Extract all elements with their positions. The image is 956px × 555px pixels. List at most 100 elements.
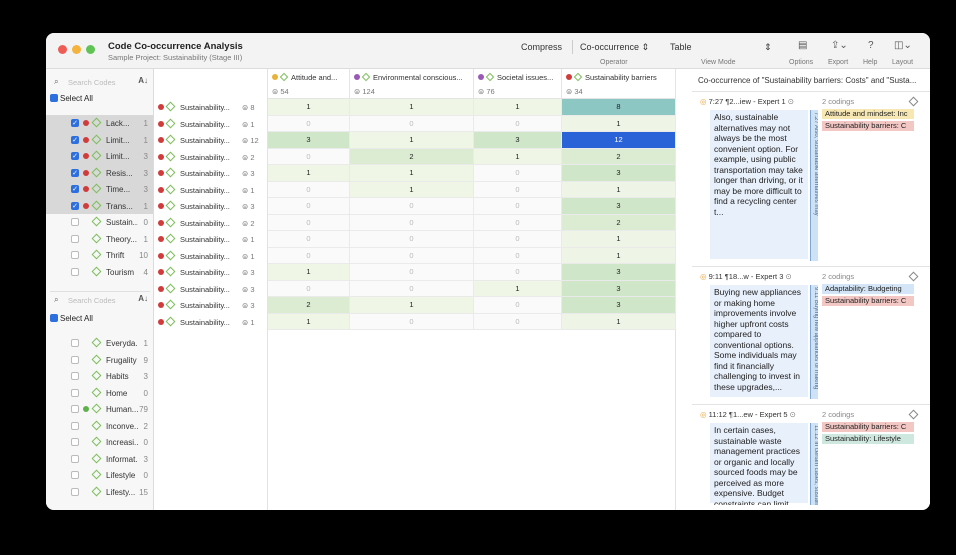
code-checkbox[interactable] xyxy=(71,421,79,430)
code-checkbox[interactable]: ✓ xyxy=(71,135,79,144)
matrix-row-label[interactable]: Sustainability... ⊜ 8 xyxy=(154,99,268,116)
matrix-row-label[interactable]: Sustainability... ⊜ 2 xyxy=(154,149,268,166)
matrix-cell[interactable]: 3 xyxy=(562,280,676,297)
matrix-row-label[interactable]: Sustainability... ⊜ 1 xyxy=(154,231,268,248)
code-search-top[interactable]: ⌕ Search Codes A↓ xyxy=(50,74,150,90)
matrix-cell[interactable]: 3 xyxy=(562,165,676,182)
matrix-cell[interactable]: 1 xyxy=(562,231,676,248)
code-tag[interactable]: Adaptability: Budgeting xyxy=(822,284,914,294)
matrix-cell[interactable]: 0 xyxy=(474,115,562,132)
code-checkbox[interactable] xyxy=(71,372,79,380)
layout-icon[interactable]: ◫⌄ xyxy=(894,40,912,51)
code-row[interactable]: ✓ Resis... 3 xyxy=(46,164,153,181)
matrix-column-header[interactable]: Sustainability barriers ⊜ 34 xyxy=(562,69,676,99)
matrix-cell[interactable]: 1 xyxy=(350,297,474,314)
matrix-cell[interactable]: 0 xyxy=(350,198,474,215)
code-row[interactable]: Lifesty... 15 xyxy=(46,484,153,501)
matrix-column-header[interactable]: Societal issues... ⊜ 76 xyxy=(474,69,562,99)
matrix-cell[interactable]: 1 xyxy=(474,99,562,116)
matrix-cell[interactable]: 0 xyxy=(474,181,562,198)
layout-button[interactable]: Layout xyxy=(892,59,913,66)
sort-az-icon[interactable]: A↓ xyxy=(138,294,148,303)
code-checkbox[interactable] xyxy=(71,339,79,347)
code-tag[interactable]: Sustainability barriers: C xyxy=(822,121,914,131)
matrix-cell[interactable]: 0 xyxy=(474,165,562,182)
code-diamond-icon[interactable] xyxy=(908,409,919,420)
compress-button[interactable]: Compress xyxy=(521,42,562,52)
matrix-cell[interactable]: 0 xyxy=(350,280,474,297)
code-row[interactable]: Lifestyle 0 xyxy=(46,467,153,484)
matrix-column-header[interactable]: Attitude and... ⊜ 54 xyxy=(268,69,350,99)
code-row[interactable]: ✓ Time... 3 xyxy=(46,181,153,198)
code-row[interactable]: Theory... 1 xyxy=(46,231,153,248)
code-row[interactable]: ✓ Trans... 1 xyxy=(46,197,153,214)
matrix-cell[interactable]: 0 xyxy=(350,264,474,281)
code-row[interactable]: ✓ Limit... 1 xyxy=(46,131,153,148)
code-row[interactable]: Frugality 9 xyxy=(46,352,153,369)
matrix-cell[interactable]: 1 xyxy=(474,148,562,165)
matrix-cell[interactable]: 8 xyxy=(562,99,676,116)
code-checkbox[interactable] xyxy=(71,454,79,463)
matrix-cell[interactable]: 0 xyxy=(268,231,350,248)
matrix-row-label[interactable]: Sustainability... ⊜ 2 xyxy=(154,215,268,232)
code-tag[interactable]: Sustainability barriers: C xyxy=(822,422,914,432)
code-checkbox[interactable] xyxy=(71,438,79,446)
matrix-row-label[interactable]: Sustainability... ⊜ 3 xyxy=(154,165,268,182)
code-checkbox[interactable]: ✓ xyxy=(71,168,79,177)
code-checkbox[interactable] xyxy=(71,405,79,413)
select-all-bottom[interactable]: Select All xyxy=(50,313,93,326)
matrix-cell[interactable]: 1 xyxy=(350,99,474,116)
matrix-cell[interactable]: 1 xyxy=(474,280,562,297)
go-to-segment-icon[interactable]: ⊙ xyxy=(783,272,791,281)
code-row[interactable]: Habits 3 xyxy=(46,368,153,385)
go-to-segment-icon[interactable]: ⊙ xyxy=(786,97,794,106)
code-checkbox[interactable] xyxy=(71,487,79,496)
matrix-cell[interactable]: 3 xyxy=(562,297,676,314)
code-checkbox[interactable] xyxy=(71,267,79,276)
matrix-cell[interactable]: 0 xyxy=(474,297,562,314)
matrix-row-label[interactable]: Sustainability... ⊜ 1 xyxy=(154,314,268,331)
matrix-cell[interactable]: 0 xyxy=(350,313,474,330)
matrix-cell[interactable]: 3 xyxy=(562,198,676,215)
code-row[interactable]: Inconve... 2 xyxy=(46,418,153,435)
coded-segment[interactable]: ◎ 11:12 ¶1...ew - Expert 5 ⊙ 2 codings In … xyxy=(692,404,930,510)
matrix-cell[interactable]: 0 xyxy=(268,115,350,132)
matrix-cell[interactable]: 1 xyxy=(562,313,676,330)
code-diamond-icon[interactable] xyxy=(908,96,919,107)
code-row[interactable]: Thrift 10 xyxy=(46,247,153,264)
code-row[interactable]: Informat... 3 xyxy=(46,451,153,468)
code-tag[interactable]: Attitude and mindset: Inc xyxy=(822,109,914,119)
matrix-cell[interactable]: 2 xyxy=(268,297,350,314)
code-row[interactable]: Tourism 4 xyxy=(46,264,153,281)
close-window-button[interactable] xyxy=(58,45,67,54)
matrix-cell[interactable]: 0 xyxy=(268,280,350,297)
matrix-cell[interactable]: 0 xyxy=(350,214,474,231)
matrix-row-label[interactable]: Sustainability... ⊜ 1 xyxy=(154,116,268,133)
export-icon[interactable]: ⇪⌄ xyxy=(831,40,848,51)
code-checkbox[interactable] xyxy=(71,471,79,479)
segment-header[interactable]: ◎ 11:12 ¶1...ew - Expert 5 ⊙ xyxy=(700,410,796,419)
sort-az-icon[interactable]: A↓ xyxy=(138,76,148,85)
matrix-cell[interactable]: 1 xyxy=(562,247,676,264)
view-mode-select[interactable]: Table xyxy=(670,42,692,52)
code-row[interactable]: Increasi... 0 xyxy=(46,434,153,451)
code-row[interactable]: Human... 79 xyxy=(46,401,153,418)
code-row[interactable]: Everyda... 1 xyxy=(46,335,153,352)
matrix-cell[interactable]: 1 xyxy=(562,181,676,198)
matrix-cell[interactable]: 1 xyxy=(350,132,474,149)
select-all-top[interactable]: Select All xyxy=(50,93,93,106)
matrix-cell[interactable]: 1 xyxy=(268,99,350,116)
zoom-window-button[interactable] xyxy=(86,45,95,54)
code-diamond-icon[interactable] xyxy=(908,271,919,282)
code-search-bottom[interactable]: ⌕ Search Codes A↓ xyxy=(50,291,150,307)
coded-segment[interactable]: ◎ 9:11 ¶18...w - Expert 3 ⊙ 2 codings Buyi… xyxy=(692,266,930,404)
code-row[interactable]: ✓ Lack... 1 xyxy=(46,115,153,132)
code-checkbox[interactable] xyxy=(71,251,79,259)
matrix-cell[interactable]: 1 xyxy=(350,181,474,198)
matrix-cell[interactable]: 1 xyxy=(268,165,350,182)
matrix-row-label[interactable]: Sustainability... ⊜ 1 xyxy=(154,248,268,265)
matrix-row-label[interactable]: Sustainability... ⊜ 12 xyxy=(154,132,268,149)
help-icon[interactable]: ? xyxy=(868,40,874,51)
matrix-cell[interactable]: 0 xyxy=(474,231,562,248)
matrix-cell[interactable]: 3 xyxy=(562,264,676,281)
